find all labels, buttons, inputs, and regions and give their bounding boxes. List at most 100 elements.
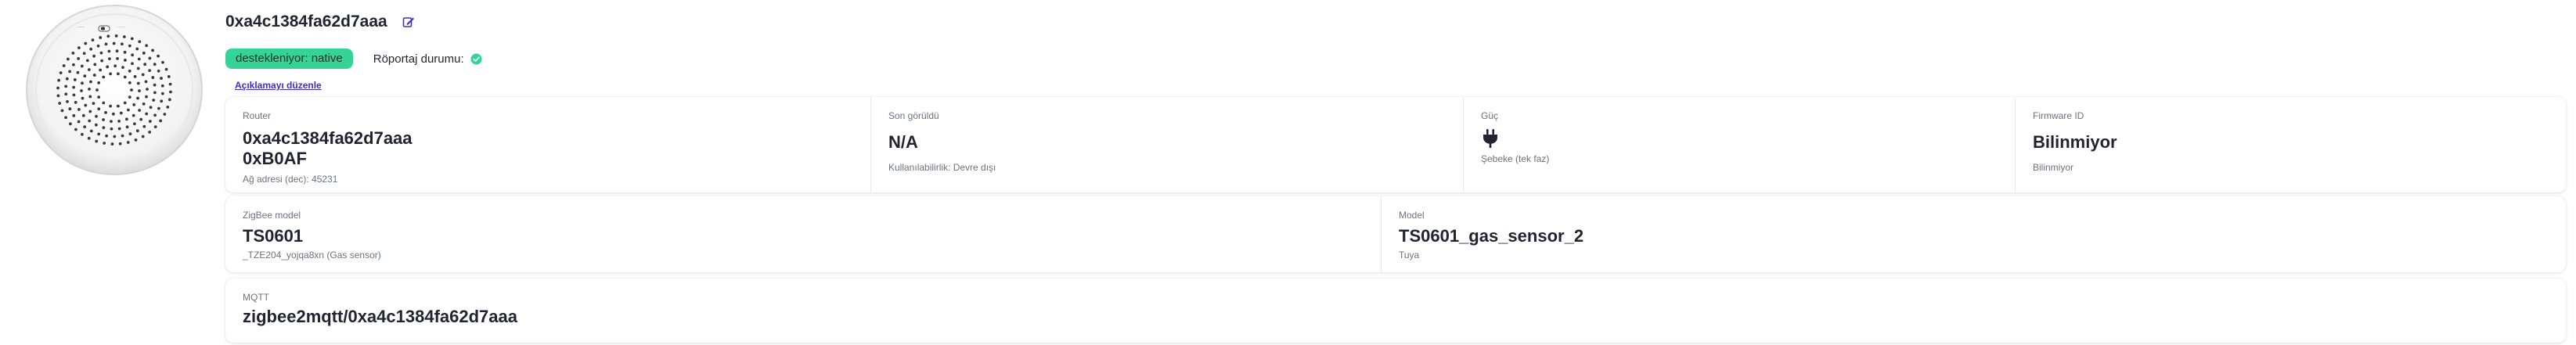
device-title: 0xa4c1384fa62d7aaa bbox=[225, 13, 387, 31]
grille-dot bbox=[110, 120, 113, 124]
stat-title: Güç bbox=[1481, 110, 1499, 121]
grille-dot bbox=[135, 47, 139, 51]
edit-icon[interactable] bbox=[402, 15, 416, 29]
vendor-text: Tuya bbox=[1399, 250, 1420, 261]
firmware-id-desc: Bilinmiyor bbox=[2033, 162, 2074, 173]
grille-dot bbox=[121, 134, 124, 138]
grille-dot bbox=[118, 142, 122, 146]
grille-dot bbox=[102, 75, 106, 79]
grille-dot bbox=[82, 52, 86, 56]
grille-dot bbox=[148, 69, 152, 73]
grille-dot bbox=[89, 47, 93, 51]
grille-dot bbox=[84, 41, 88, 45]
grille-dot bbox=[93, 63, 97, 66]
grille-dot bbox=[88, 87, 91, 91]
grille-dot bbox=[116, 104, 120, 108]
grille-dot bbox=[91, 38, 95, 42]
stat-title: Router bbox=[243, 110, 272, 121]
grille-dot bbox=[76, 70, 80, 74]
grille-dot bbox=[68, 70, 71, 74]
grille-dot bbox=[69, 122, 72, 126]
grille-dot bbox=[138, 109, 142, 112]
grille-dot bbox=[88, 110, 92, 113]
grille-dot bbox=[123, 50, 127, 54]
check-circle-icon bbox=[470, 52, 482, 65]
network-address: 0xB0AF bbox=[243, 149, 307, 168]
grille-dot bbox=[72, 113, 76, 117]
grille-dot bbox=[131, 62, 134, 66]
grille-dot bbox=[128, 95, 132, 99]
grille-dot bbox=[89, 80, 92, 84]
grille-dot bbox=[64, 84, 68, 88]
model-value: TS0601_gas_sensor_2 bbox=[1399, 226, 1584, 246]
stat-title: Model bbox=[1399, 210, 1425, 221]
grille-dot bbox=[102, 101, 106, 105]
grille-dot bbox=[139, 117, 143, 121]
grille-dot bbox=[160, 99, 164, 103]
grille-dot bbox=[104, 110, 107, 114]
mqtt-info-card: MQTT zigbee2mqtt/0xa4c1384fa62d7aaa bbox=[225, 279, 2566, 343]
smoke-gas-detector-image: ˑˑˑˑˑˑ ˑˑˑˑˑˑ bbox=[26, 5, 203, 175]
grille-dot bbox=[142, 51, 146, 55]
grille-dot bbox=[65, 77, 69, 81]
grille-dot bbox=[103, 142, 106, 145]
grille-dot bbox=[72, 93, 76, 97]
grille-dot bbox=[102, 126, 106, 130]
device-info-card: Router 0xa4c1384fa62d7aaa 0xB0AF Ağ adre… bbox=[225, 97, 2566, 192]
grille-dot bbox=[68, 107, 72, 111]
grille-dot bbox=[110, 142, 114, 146]
grille-dot bbox=[73, 78, 77, 81]
grille-dot bbox=[146, 88, 149, 91]
grille-dot bbox=[160, 77, 163, 80]
stat-mqtt: MQTT zigbee2mqtt/0xa4c1384fa62d7aaa bbox=[225, 279, 2566, 343]
firmware-id-value: Bilinmiyor bbox=[2033, 132, 2117, 152]
grille-dot bbox=[115, 49, 119, 53]
support-status-badge: destekleniyor: native bbox=[225, 49, 353, 69]
grille-dot bbox=[77, 57, 81, 60]
grille-dot bbox=[137, 57, 141, 61]
grille-dot bbox=[128, 81, 132, 84]
stat-title: ZigBee model bbox=[243, 210, 301, 221]
grille-dot bbox=[81, 113, 85, 117]
grille-dot bbox=[148, 56, 152, 60]
grille-dot bbox=[104, 42, 108, 46]
grille-dot bbox=[95, 88, 99, 92]
grille-dot bbox=[149, 106, 153, 110]
grille-dot bbox=[56, 94, 60, 98]
grille-dot bbox=[124, 117, 128, 121]
grille-dot bbox=[157, 54, 160, 58]
device-header: 0xa4c1384fa62d7aaa destekleniyor: native… bbox=[225, 9, 2566, 92]
grille-dot bbox=[128, 132, 132, 136]
grille-dot bbox=[167, 75, 171, 78]
grille-dot bbox=[132, 122, 136, 126]
grille-dot bbox=[126, 141, 130, 144]
grille-dot bbox=[123, 75, 127, 79]
grille-dot bbox=[153, 91, 157, 95]
network-address-dec: Ağ adresi (dec): 45231 bbox=[243, 174, 338, 185]
grille-dot bbox=[56, 86, 59, 90]
grille-dot bbox=[102, 118, 105, 121]
grille-dot bbox=[136, 96, 139, 100]
grille-dot bbox=[62, 64, 66, 67]
grille-dot bbox=[77, 120, 81, 124]
grille-dot bbox=[97, 107, 101, 111]
stat-zigbee-model: ZigBee model TS0601 _TZE204_yojqa8xn (Ga… bbox=[225, 196, 1382, 272]
grille-dot bbox=[157, 106, 160, 110]
stat-router: Router 0xa4c1384fa62d7aaa 0xB0AF Ağ adre… bbox=[225, 97, 871, 192]
svg-text:ˑˑˑˑˑˑ: ˑˑˑˑˑˑ bbox=[77, 26, 85, 31]
grille-dot bbox=[160, 92, 164, 95]
grille-dot bbox=[87, 68, 91, 71]
grille-dot bbox=[64, 92, 68, 96]
grille-dot bbox=[145, 44, 149, 48]
grille-dot bbox=[125, 125, 129, 129]
grille-dot bbox=[128, 69, 132, 73]
grille-dot bbox=[99, 36, 103, 39]
grille-dot bbox=[153, 125, 157, 129]
grille-dot bbox=[132, 103, 136, 106]
edit-description-link[interactable]: Açıklamayı düzenle bbox=[235, 80, 322, 91]
grille-dot bbox=[117, 127, 121, 131]
stat-last-seen: Son görüldü N/A Kullanılabilirlik: Devre… bbox=[871, 97, 1464, 192]
grille-dot bbox=[100, 59, 104, 63]
stat-title: Firmware ID bbox=[2033, 110, 2084, 121]
grille-dot bbox=[94, 123, 98, 127]
